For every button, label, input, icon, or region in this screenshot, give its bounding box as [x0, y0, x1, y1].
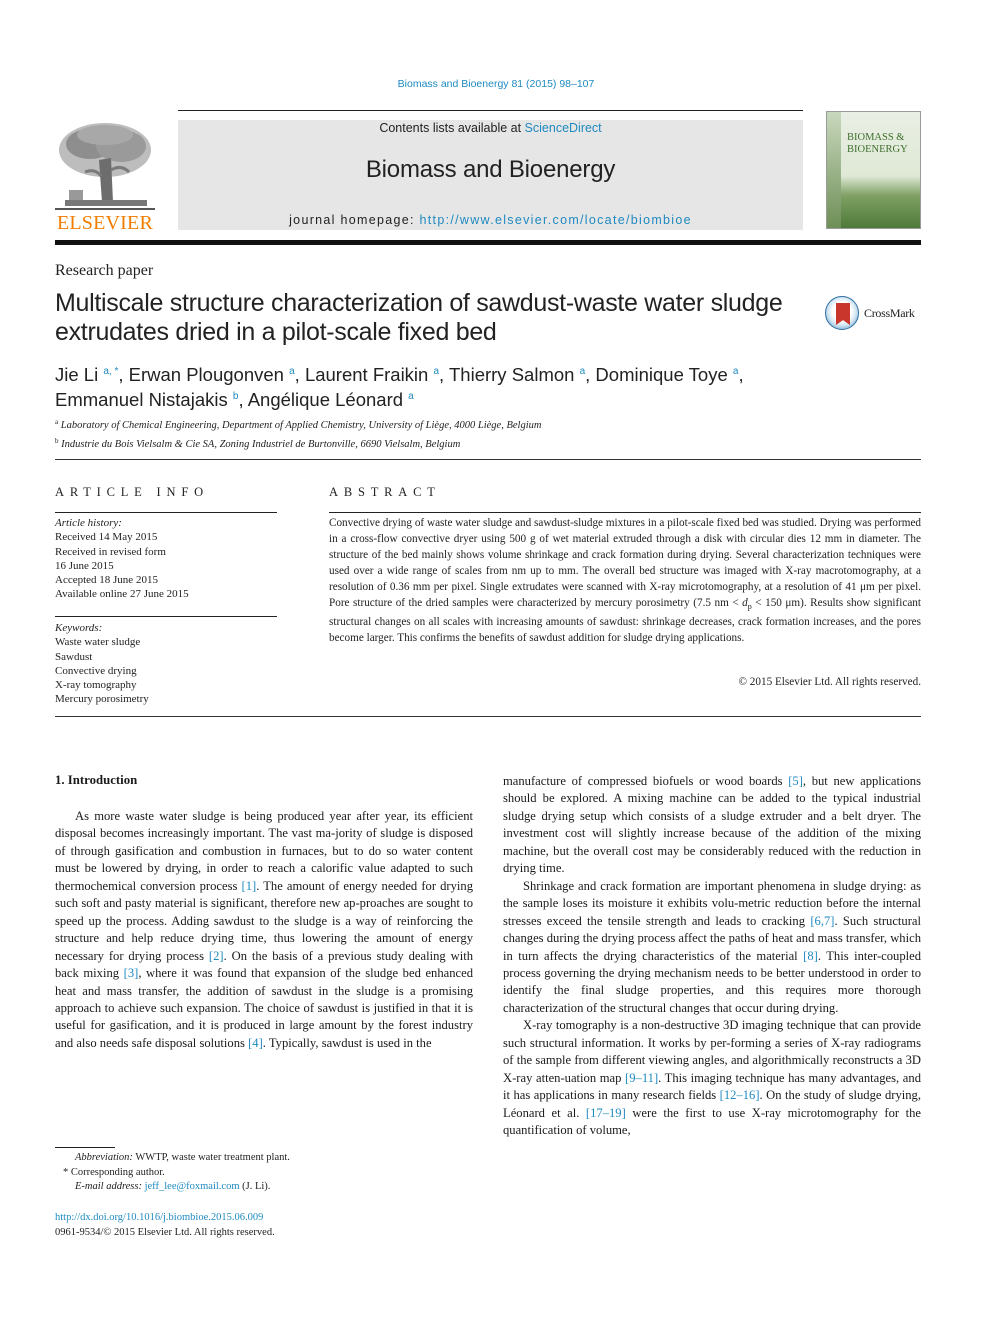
journal-cover[interactable]: BIOMASS & BIOENERGY	[826, 111, 921, 229]
cover-title: BIOMASS & BIOENERGY	[847, 132, 908, 155]
affiliations: a Laboratory of Chemical Engineering, De…	[55, 415, 815, 452]
citation-link[interactable]: [2]	[209, 949, 224, 963]
elsevier-wordmark: ELSEVIER	[56, 212, 154, 234]
contents-prefix: Contents lists available at	[379, 121, 525, 135]
citation-link[interactable]: [12–16]	[720, 1088, 760, 1102]
paragraph: As more waste water sludge is being prod…	[55, 809, 474, 1050]
divider	[55, 512, 277, 513]
paragraph: manufacture of compressed biofuels or wo…	[503, 774, 921, 876]
author[interactable]: Emmanuel Nistajakis	[55, 389, 228, 410]
history-item: 16 June 2015	[55, 559, 114, 572]
author[interactable]: Jie Li	[55, 364, 98, 385]
keyword: Sawdust	[55, 650, 93, 663]
body-column-left: As more waste water sludge is being prod…	[55, 808, 473, 1052]
citation-link[interactable]: [1]	[242, 879, 257, 893]
crossmark-icon	[825, 296, 859, 330]
keyword: Convective drying	[55, 664, 137, 677]
section-heading: 1. Introduction	[55, 773, 138, 787]
history-item: Received 14 May 2015	[55, 531, 158, 544]
journal-header: Contents lists available at ScienceDirec…	[178, 120, 803, 230]
elsevier-logo[interactable]: ELSEVIER	[55, 120, 155, 235]
keyword: X-ray tomography	[55, 679, 137, 692]
footnote-rule	[55, 1147, 115, 1148]
footnote-email: E-mail address: jeff_lee@foxmail.com (J.…	[75, 1181, 271, 1193]
history-item: Received in revised form	[55, 545, 166, 558]
divider	[329, 512, 921, 513]
keyword: Waste water sludge	[55, 636, 141, 649]
issn-line: 0961-9534/© 2015 Elsevier Ltd. All right…	[55, 1227, 275, 1238]
cover-strip	[827, 112, 841, 228]
author[interactable]: Erwan Plougonven	[129, 364, 284, 385]
section-type: Research paper	[55, 262, 154, 279]
citation-link[interactable]: [4]	[248, 1036, 263, 1050]
header-thick-rule	[55, 240, 921, 245]
crossmark-button[interactable]: CrossMark	[825, 296, 925, 334]
citation-link[interactable]: [6,7]	[810, 914, 834, 928]
citation-link[interactable]: [8]	[803, 949, 818, 963]
affiliation: a Laboratory of Chemical Engineering, De…	[55, 418, 542, 431]
author-affil-link[interactable]: a	[408, 391, 414, 402]
author[interactable]: Dominique Toye	[595, 364, 727, 385]
email-link[interactable]: jeff_lee@foxmail.com	[145, 1181, 240, 1192]
doi-block: http://dx.doi.org/10.1016/j.biombioe.201…	[55, 1210, 475, 1240]
article-history: Article history: Received 14 May 2015 Re…	[55, 516, 277, 602]
history-item: Available online 27 June 2015	[55, 588, 189, 601]
divider	[55, 716, 921, 717]
homepage-prefix: journal homepage:	[289, 213, 420, 227]
history-item: Accepted 18 June 2015	[55, 574, 158, 587]
keywords-label: Keywords:	[55, 622, 103, 634]
citation-link[interactable]: [3]	[124, 966, 139, 980]
tree-icon	[55, 123, 155, 210]
article-title: Multiscale structure characterization of…	[55, 289, 783, 346]
abstract-text: Convective drying of waste water sludge …	[329, 517, 922, 644]
citation-link[interactable]: [9–11]	[625, 1071, 658, 1085]
author-affil-link[interactable]: a, *	[103, 366, 118, 377]
keywords: Keywords: Waste water sludge Sawdust Con…	[55, 621, 277, 707]
citation-link[interactable]: [17–19]	[586, 1106, 626, 1120]
author[interactable]: Angélique Léonard	[248, 389, 403, 410]
paragraph: X-ray tomography is a non-destructive 3D…	[503, 1018, 922, 1138]
article-info-heading: ARTICLE INFO	[55, 485, 209, 499]
paragraph: Shrinkage and crack formation are import…	[503, 878, 921, 1015]
homepage-link[interactable]: http://www.elsevier.com/locate/biombioe	[420, 213, 692, 227]
affiliation: b Industrie du Bois Vielsalm & Cie SA, Z…	[55, 436, 461, 450]
divider	[55, 459, 921, 460]
keyword: Mercury porosimetry	[55, 693, 149, 706]
footnotes: Abbreviation: WWTP, waste water treatmen…	[55, 1151, 475, 1195]
running-head[interactable]: Biomass and Bioenergy 81 (2015) 98–107	[0, 78, 992, 90]
sciencedirect-link[interactable]: ScienceDirect	[525, 121, 602, 135]
footnote-corresponding: * Corresponding author.	[63, 1166, 165, 1178]
doi-link[interactable]: http://dx.doi.org/10.1016/j.biombioe.201…	[55, 1210, 475, 1225]
footnote-abbreviation: Abbreviation: WWTP, waste water treatmen…	[75, 1152, 290, 1163]
body-column-right: manufacture of compressed biofuels or wo…	[503, 773, 921, 1140]
journal-name: Biomass and Bioenergy	[365, 156, 616, 183]
history-label: Article history:	[55, 517, 122, 529]
author-list: Jie Li a, *, Erwan Plougonven a, Laurent…	[55, 364, 744, 410]
abstract-heading: ABSTRACT	[329, 485, 441, 499]
abstract-copyright: © 2015 Elsevier Ltd. All rights reserved…	[738, 676, 922, 688]
divider	[55, 616, 277, 617]
author[interactable]: Thierry Salmon	[449, 364, 574, 385]
contents-line: Contents lists available at ScienceDirec…	[178, 121, 803, 135]
crossmark-label: CrossMark	[864, 306, 915, 320]
header-rule	[178, 110, 803, 111]
homepage-line: journal homepage: http://www.elsevier.co…	[178, 213, 803, 227]
author[interactable]: Laurent Fraikin	[305, 364, 428, 385]
citation-link[interactable]: [5]	[788, 774, 803, 788]
